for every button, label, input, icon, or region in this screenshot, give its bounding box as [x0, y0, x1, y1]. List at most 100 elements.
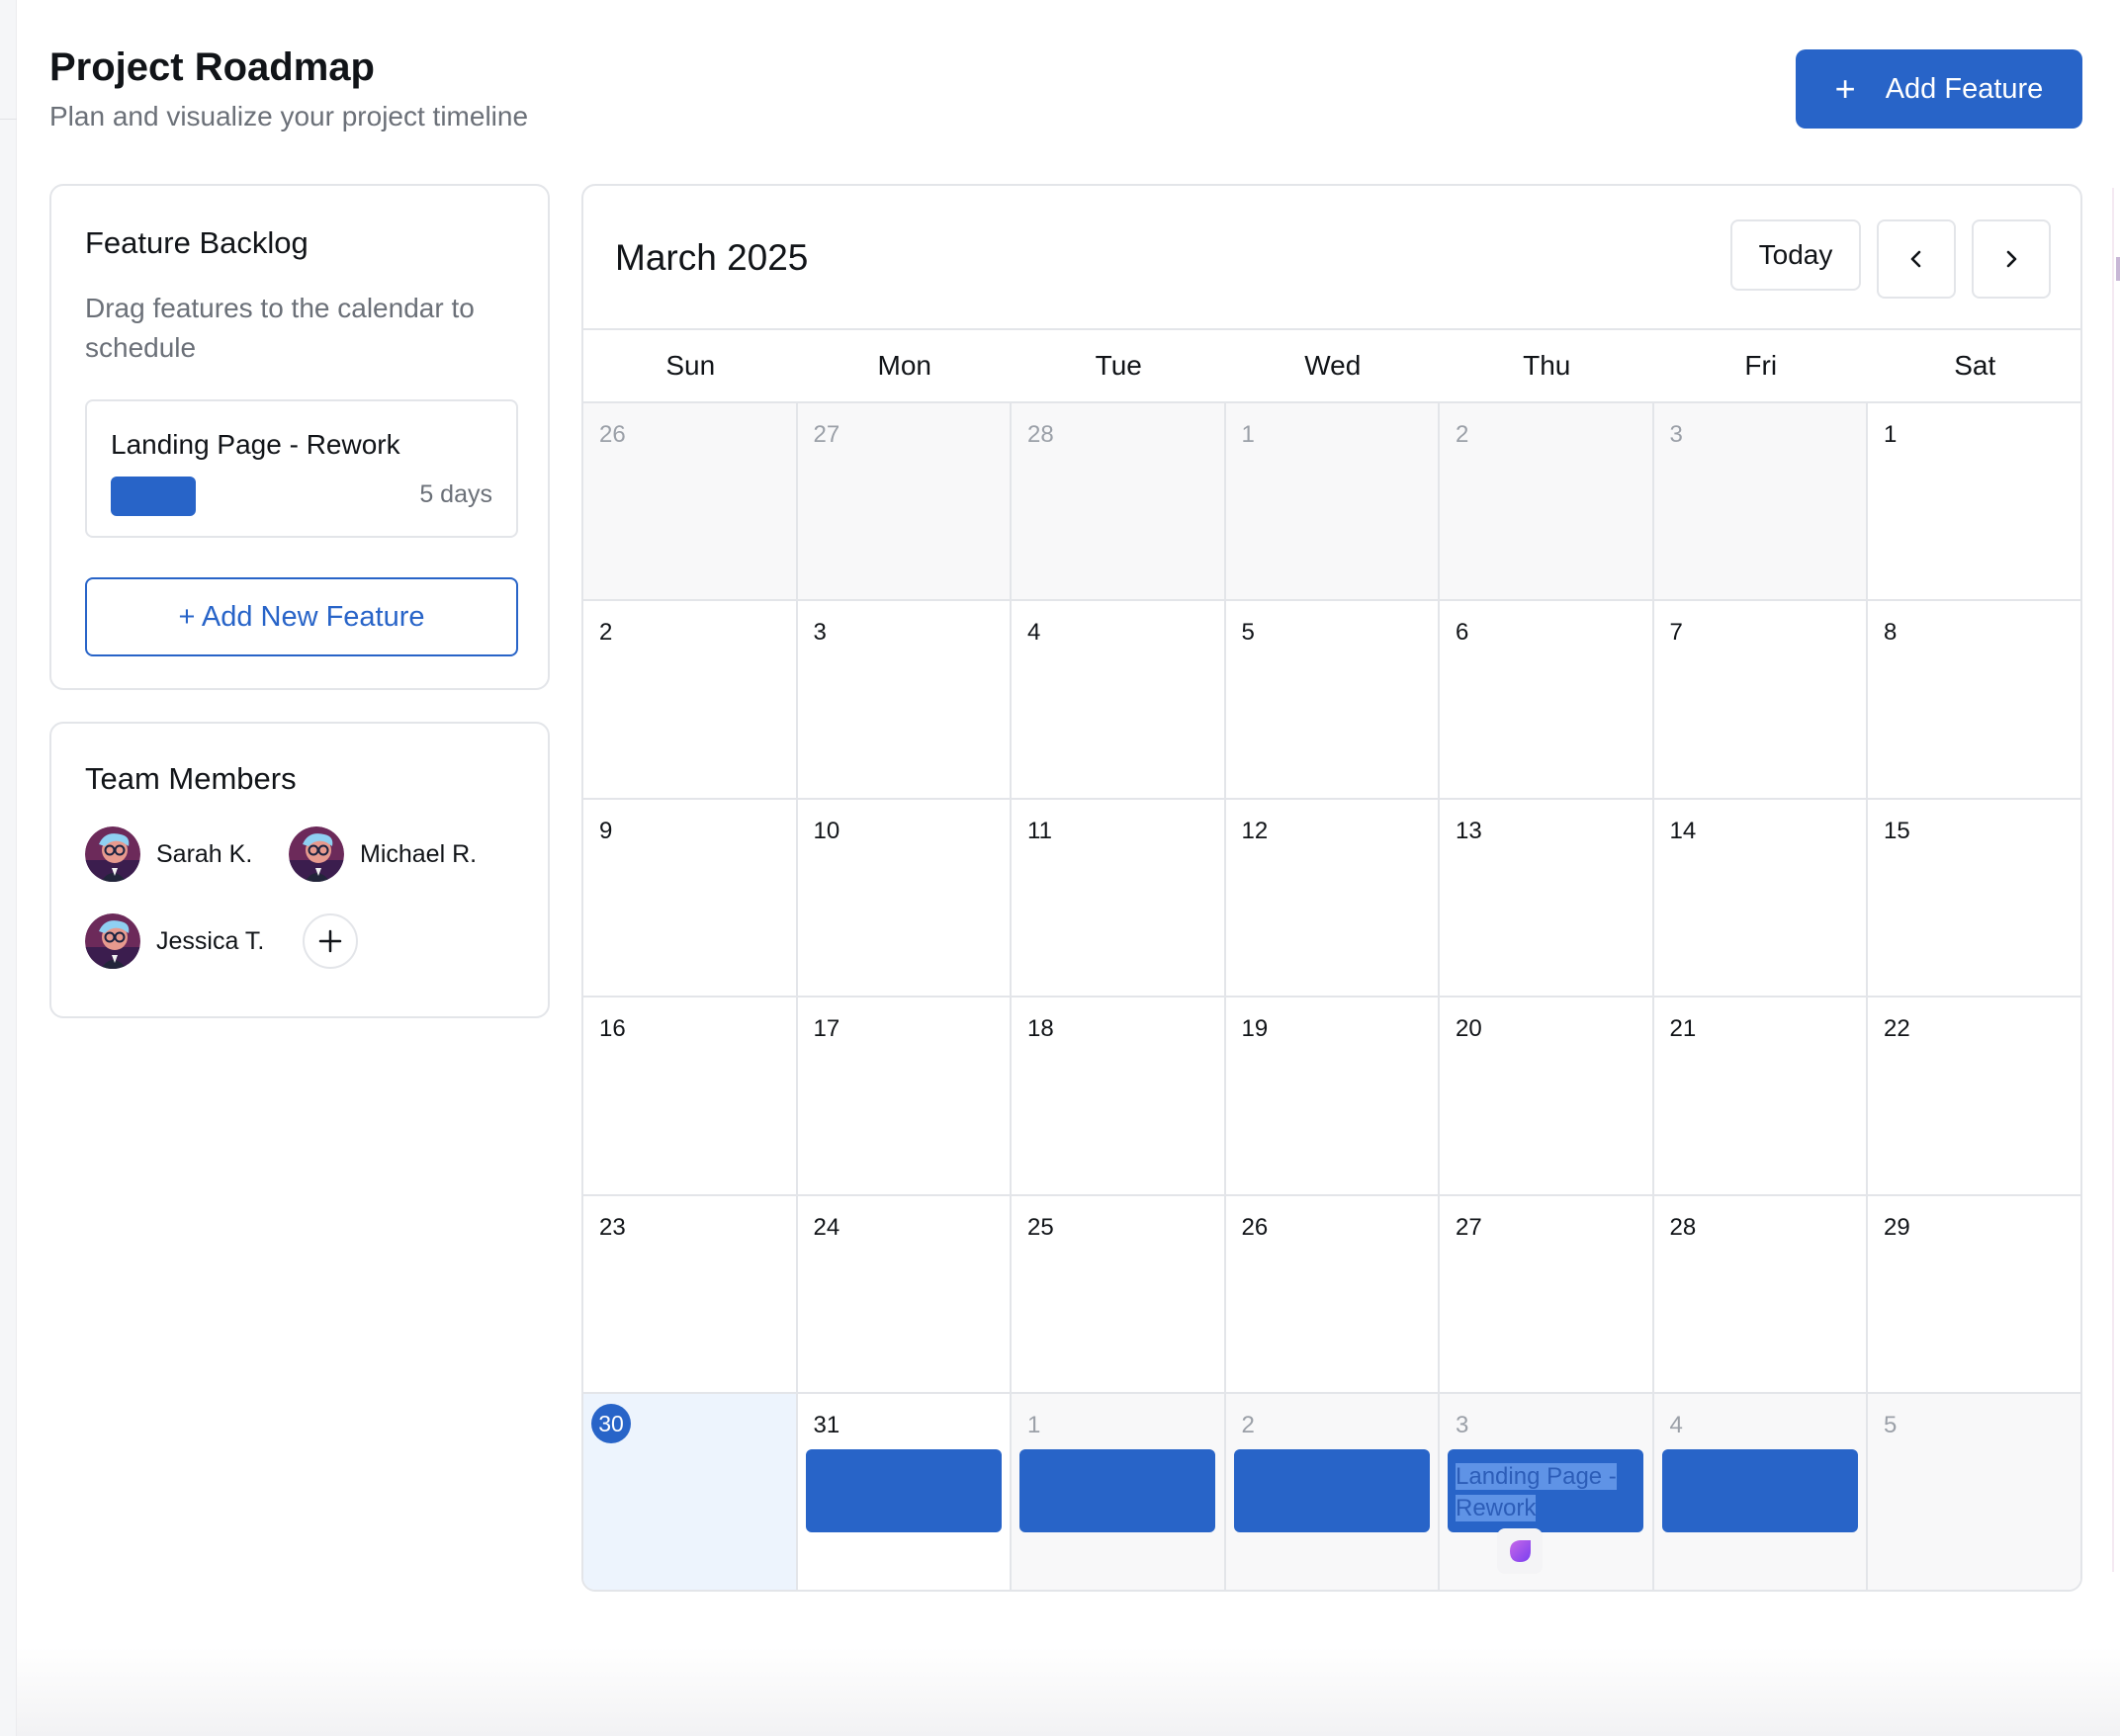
page-title: Project Roadmap	[49, 45, 375, 89]
calendar-day-cell[interactable]: 8	[1868, 601, 2080, 800]
next-month-button[interactable]	[1972, 219, 2051, 299]
calendar-day-cell[interactable]: 13	[1440, 799, 1654, 998]
day-number: 1	[1241, 421, 1255, 448]
scheduled-feature-event[interactable]: Landing Page - Rework	[1448, 1449, 1643, 1532]
day-number: 29	[1884, 1213, 1910, 1241]
previous-month-button[interactable]	[1877, 219, 1956, 299]
calendar-day-cell[interactable]: 11	[1012, 799, 1226, 998]
calendar-day-cell[interactable]: 15	[1868, 799, 2080, 998]
calendar-day-cell[interactable]: 4	[1653, 1394, 1868, 1590]
calendar-day-cell[interactable]: 29	[1868, 1195, 2080, 1394]
calendar-day-cell[interactable]: 6	[1440, 601, 1654, 800]
backlog-title: Feature Backlog	[85, 225, 309, 260]
calendar-day-cell[interactable]: 3	[1653, 403, 1868, 602]
drag-handle-icon[interactable]	[1497, 1528, 1543, 1574]
scheduled-feature-event[interactable]	[1661, 1449, 1858, 1532]
calendar-day-cell[interactable]: 2	[1440, 403, 1654, 602]
calendar-day-cell[interactable]: 21	[1653, 998, 1868, 1196]
calendar-day-cell[interactable]: 23	[583, 1195, 798, 1394]
day-number: 20	[1456, 1015, 1482, 1043]
day-number: 24	[813, 1213, 840, 1241]
plus-icon	[318, 929, 342, 953]
calendar-day-cell[interactable]: 22	[1868, 998, 2080, 1196]
chevron-left-icon	[1910, 250, 1921, 268]
add-new-feature-button[interactable]: + Add New Feature	[85, 577, 518, 656]
calendar-day-cell[interactable]: 19	[1225, 998, 1440, 1196]
day-number: 27	[1456, 1213, 1482, 1241]
calendar-day-cell[interactable]: 27	[797, 403, 1012, 602]
avatar	[289, 826, 344, 882]
day-number: 4	[1669, 1412, 1683, 1438]
team-member[interactable]: Michael R.	[289, 826, 477, 882]
page-subtitle: Plan and visualize your project timeline	[49, 101, 529, 131]
day-number: 13	[1456, 817, 1482, 844]
team-member[interactable]: Jessica T.	[85, 913, 264, 969]
calendar-day-cell[interactable]: 5	[1225, 601, 1440, 800]
backlog-feature-item[interactable]: Landing Page - Rework 5 days	[85, 399, 518, 538]
calendar-day-cell[interactable]: 27	[1440, 1195, 1654, 1394]
chevron-right-icon	[2006, 250, 2017, 268]
avatar	[85, 913, 140, 969]
calendar-day-cell[interactable]: 9	[583, 799, 798, 998]
weekday-label: Fri	[1744, 350, 1778, 381]
calendar-day-cell[interactable]: 18	[1012, 998, 1226, 1196]
weekday-label: Thu	[1523, 350, 1571, 381]
weekday-label: Tue	[1095, 350, 1142, 381]
calendar-day-cell[interactable]: 12	[1225, 799, 1440, 998]
member-name: Jessica T.	[156, 926, 265, 955]
scheduled-feature-event[interactable]	[1233, 1449, 1430, 1532]
day-number: 11	[1027, 817, 1052, 844]
calendar-day-cell[interactable]: 7	[1653, 601, 1868, 800]
today-button[interactable]: Today	[1730, 219, 1861, 291]
calendar-day-cell[interactable]: 1	[1225, 403, 1440, 602]
day-number: 14	[1669, 817, 1697, 844]
team-member[interactable]: Sarah K.	[85, 826, 252, 882]
day-number: 1	[1027, 1412, 1041, 1438]
calendar-day-cell[interactable]: 1	[1868, 403, 2080, 602]
calendar: March 2025 Today Sun Mon Tue Wed Thu Fri Sat 2…	[581, 184, 2082, 1592]
feature-backlog-card: Feature Backlog Drag features to the cal…	[49, 184, 550, 690]
calendar-day-cell[interactable]: 30	[583, 1394, 798, 1590]
right-window-edge	[2112, 188, 2114, 1572]
calendar-day-cell[interactable]: 20	[1440, 998, 1654, 1196]
calendar-day-cell[interactable]: 3	[797, 601, 1012, 800]
backlog-description: Drag features to the calendar to schedul…	[85, 293, 475, 363]
weekday-header-row: Sun Mon Tue Wed Thu Fri Sat	[583, 330, 2080, 403]
day-number: 19	[1241, 1015, 1269, 1043]
day-number: 22	[1884, 1015, 1910, 1043]
event-title: Landing Page - Rework	[1456, 1461, 1617, 1524]
calendar-day-cell[interactable]: 28	[1012, 403, 1226, 602]
calendar-day-cell[interactable]: 2	[1225, 1394, 1440, 1590]
calendar-day-cell[interactable]: 24	[797, 1195, 1012, 1394]
calendar-day-cell[interactable]: 31	[797, 1394, 1012, 1590]
feature-color-swatch	[111, 477, 196, 516]
add-member-button[interactable]	[303, 913, 358, 969]
weekday-label: Sat	[1954, 350, 1996, 381]
calendar-day-cell[interactable]: 16	[583, 998, 798, 1196]
add-feature-button[interactable]: + Add Feature	[1796, 49, 2082, 129]
day-number: 28	[1027, 421, 1054, 448]
day-number: 3	[1669, 421, 1683, 448]
feature-duration: 5 days	[419, 480, 492, 508]
right-edge-marker	[2116, 257, 2120, 281]
day-number: 15	[1884, 817, 1910, 844]
weekday-label: Mon	[877, 350, 931, 381]
calendar-day-cell[interactable]: 4	[1012, 601, 1226, 800]
calendar-day-cell[interactable]: 2	[583, 601, 798, 800]
weekday-label: Wed	[1304, 350, 1362, 381]
scheduled-feature-event[interactable]	[1019, 1449, 1215, 1532]
calendar-day-cell[interactable]: 25	[1012, 1195, 1226, 1394]
calendar-day-cell[interactable]: 28	[1653, 1195, 1868, 1394]
day-number: 17	[813, 1015, 840, 1043]
calendar-day-cell[interactable]: 17	[797, 998, 1012, 1196]
day-number: 4	[1027, 619, 1041, 647]
calendar-day-cell[interactable]: 14	[1653, 799, 1868, 998]
calendar-day-cell[interactable]: 3 Landing Page - Rework	[1440, 1394, 1654, 1590]
calendar-day-cell[interactable]: 26	[1225, 1195, 1440, 1394]
calendar-day-cell[interactable]: 1	[1012, 1394, 1226, 1590]
calendar-day-cell[interactable]: 26	[583, 403, 798, 602]
today-date-badge: 30	[591, 1404, 631, 1443]
calendar-day-cell[interactable]: 5	[1868, 1394, 2080, 1590]
calendar-day-cell[interactable]: 10	[797, 799, 1012, 998]
scheduled-feature-event[interactable]	[805, 1449, 1002, 1532]
